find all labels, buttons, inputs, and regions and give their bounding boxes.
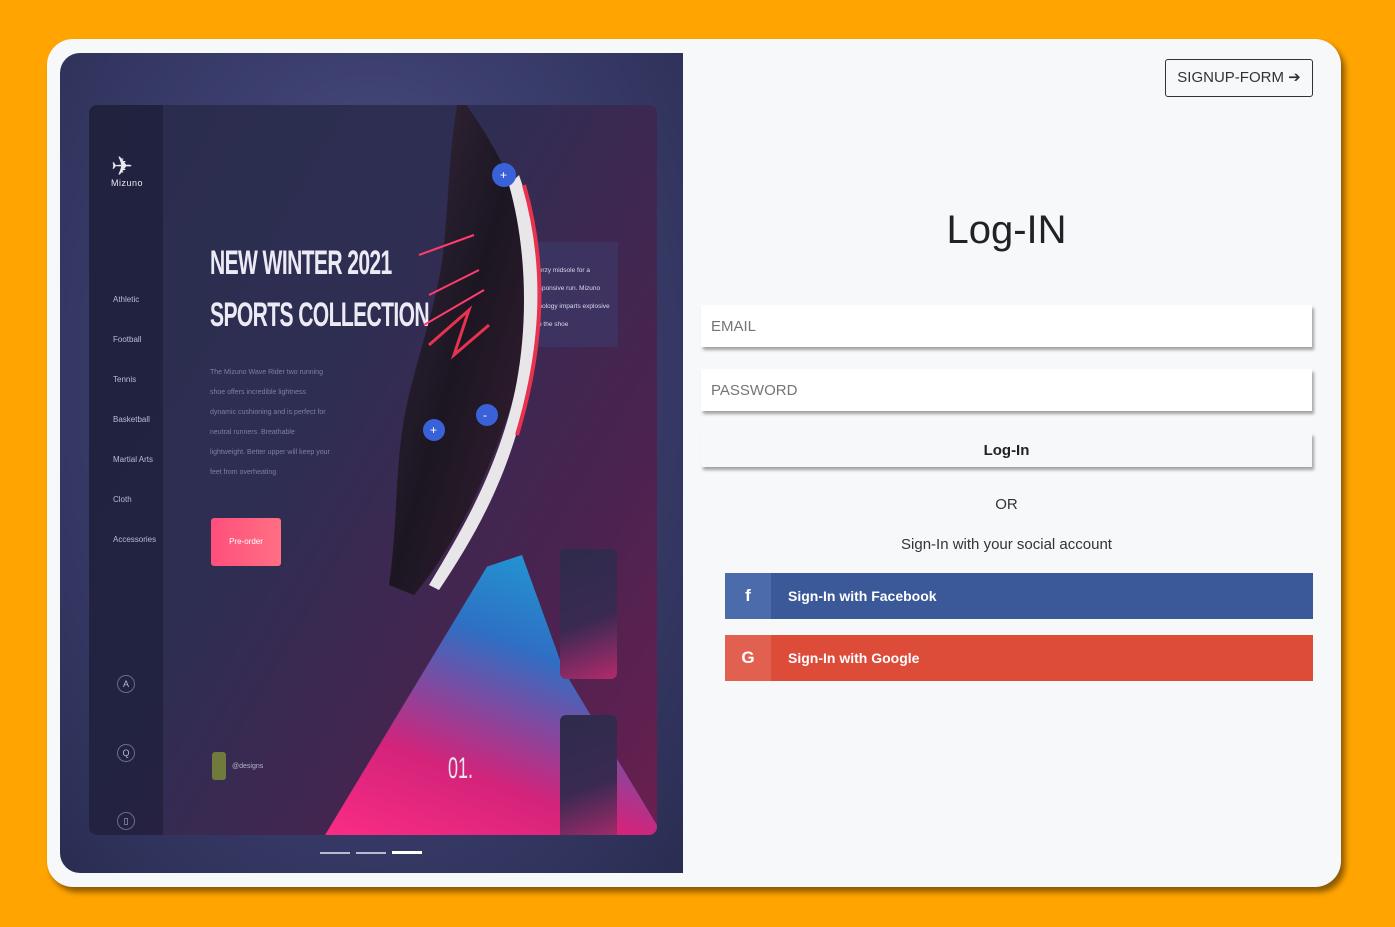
carousel-dot[interactable] <box>392 851 422 855</box>
google-signin-button[interactable]: G Sign-In with Google <box>725 635 1313 681</box>
carousel-dot[interactable] <box>356 851 386 854</box>
thumbnail-2 <box>560 715 617 835</box>
thumbnail-1 <box>560 549 617 679</box>
page-title: Log-IN <box>946 208 1067 252</box>
avatar <box>212 752 226 780</box>
email-field[interactable] <box>701 305 1312 347</box>
category-item: Accessories <box>113 535 157 544</box>
category-item: Martial Arts <box>113 455 154 464</box>
author: @designs <box>212 752 263 780</box>
svg-text:+: + <box>430 423 437 437</box>
facebook-signin-label: Sign-In with Facebook <box>788 588 937 604</box>
hero-image: ✈ Mizuno Athletic Football Tennis Basketb… <box>60 53 683 873</box>
google-signin-label: Sign-In with Google <box>788 650 920 666</box>
signup-form-button[interactable]: SIGNUP-FORM ➔ <box>1165 59 1313 97</box>
category-item: Football <box>113 335 142 344</box>
bag-icon: ▯ <box>117 812 135 830</box>
facebook-signin-button[interactable]: f Sign-In with Facebook <box>725 573 1313 619</box>
facebook-icon: f <box>725 573 771 619</box>
google-icon: G <box>725 635 771 681</box>
hero-mockup: ✈ Mizuno Athletic Football Tennis Basketb… <box>89 105 657 835</box>
slide-number: 01. <box>448 752 474 785</box>
category-item: Basketball <box>113 415 150 424</box>
shoe-image: + + - <box>389 105 542 595</box>
password-field[interactable] <box>701 369 1312 411</box>
or-divider: OR <box>995 496 1018 513</box>
category-item: Tennis <box>113 375 137 384</box>
login-button[interactable]: Log-In <box>701 433 1312 467</box>
category-item: Cloth <box>113 495 132 504</box>
svg-text:+: + <box>500 168 507 182</box>
svg-text:-: - <box>483 408 487 422</box>
social-account-text: Sign-In with your social account <box>901 536 1112 553</box>
carousel-dot[interactable] <box>320 851 350 854</box>
category-item: Athletic <box>113 295 140 304</box>
search-icon: Q <box>117 744 135 762</box>
hero-blurb: The Mizuno Wave Rider two running shoe o… <box>210 369 330 476</box>
preorder-button: Pre-order <box>211 518 281 566</box>
user-icon: A <box>117 675 135 693</box>
brand-logo: ✈ Mizuno <box>111 151 144 188</box>
carousel-indicators <box>320 844 428 862</box>
mockup-sidebar <box>89 105 164 835</box>
